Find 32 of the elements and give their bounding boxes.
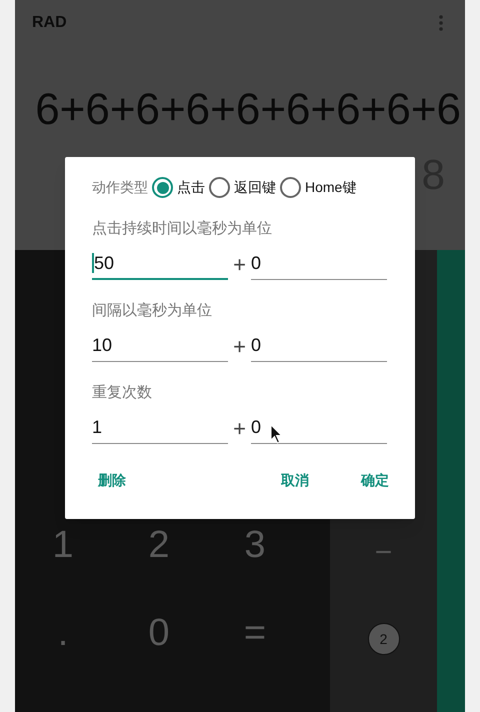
input-field[interactable]: 0 xyxy=(251,330,387,362)
radio-label[interactable]: 返回键 xyxy=(234,177,276,198)
radio-label[interactable]: Home键 xyxy=(305,177,356,198)
field-label: 间隔以毫秒为单位 xyxy=(92,300,212,321)
dialog-button[interactable]: 删除 xyxy=(92,466,132,495)
field-label: 重复次数 xyxy=(92,382,152,403)
radio-button[interactable] xyxy=(280,177,301,198)
plus-sign: + xyxy=(232,418,247,443)
keypad-key[interactable]: 0 xyxy=(111,614,207,652)
keypad-key[interactable]: . xyxy=(15,614,111,652)
input-field[interactable]: 10 xyxy=(92,330,228,362)
action-type-label: 动作类型 xyxy=(92,178,148,197)
radio-button[interactable] xyxy=(152,177,173,198)
keypad-key[interactable]: 2 xyxy=(111,526,207,564)
radio-label[interactable]: 点击 xyxy=(177,177,205,198)
operator-key[interactable]: − xyxy=(374,530,392,575)
keypad-key[interactable]: 1 xyxy=(15,526,111,564)
angle-mode-label[interactable]: RAD xyxy=(32,11,67,35)
plus-sign: + xyxy=(232,336,247,361)
radio-button[interactable] xyxy=(209,177,230,198)
expression-text: 6+6+6+6+6+6+6+6+6 xyxy=(35,88,461,132)
plus-sign: + xyxy=(232,254,247,279)
keypad-key[interactable]: = xyxy=(207,614,303,652)
input-field[interactable]: 50 xyxy=(92,248,228,280)
keypad-key[interactable]: 3 xyxy=(207,526,303,564)
field-label: 点击持续时间以毫秒为单位 xyxy=(92,218,272,239)
count-badge: 2 xyxy=(368,623,400,655)
dialog-button[interactable]: 取消 xyxy=(275,466,315,495)
mouse-pointer-icon xyxy=(270,424,283,444)
input-field[interactable]: 0 xyxy=(251,248,387,280)
input-field[interactable]: 1 xyxy=(92,412,228,444)
dialog-button[interactable]: 确定 xyxy=(355,466,395,495)
